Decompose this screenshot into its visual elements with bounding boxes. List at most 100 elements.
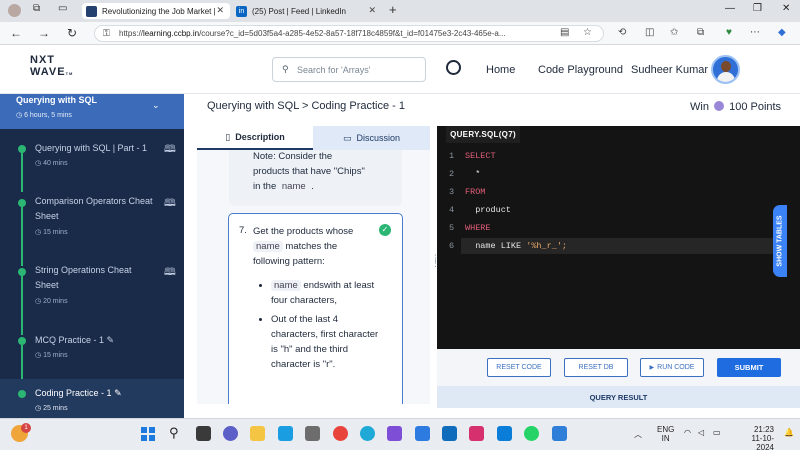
course-title: Querying with SQL (16, 95, 98, 105)
minimize-icon[interactable]: — (725, 3, 735, 14)
extension-icon[interactable]: ⟲ (618, 27, 626, 38)
date-text: 11-10-2024 (751, 434, 774, 452)
store-icon[interactable] (305, 426, 320, 441)
run-code-button[interactable]: ▶ RUN CODE (640, 358, 704, 377)
chevron-down-icon[interactable]: ⌄ (152, 100, 160, 111)
reader-mode-icon[interactable]: ▤ (560, 27, 569, 38)
app-icon[interactable] (552, 426, 567, 441)
sidebar-item-comparison-operators[interactable]: Comparison Operators Cheat Sheet ◷ 15 mi… (0, 194, 184, 244)
chrome-icon[interactable] (333, 426, 348, 441)
browser-essentials-icon[interactable]: ♥ (726, 27, 732, 38)
tab-discussion[interactable]: ▭ Discussion (313, 126, 430, 150)
sidebar-item-duration: ◷ 25 mins (35, 405, 68, 412)
battery-icon[interactable]: ▭ (713, 428, 721, 437)
back-icon[interactable]: ← (10, 26, 22, 40)
meet-icon[interactable] (223, 426, 238, 441)
submit-button[interactable]: SUBMIT (717, 358, 781, 377)
task-view-icon[interactable] (196, 426, 211, 441)
description-pane[interactable]: Note: Consider the products that have "C… (197, 150, 430, 404)
copilot-icon[interactable]: ◆ (778, 27, 786, 38)
tab-active[interactable]: Revolutionizing the Job Market | ✕ (82, 3, 230, 19)
restore-icon[interactable]: ❐ (753, 3, 762, 14)
streak-timer-icon[interactable] (446, 60, 461, 75)
logo-line-1: NXT (30, 54, 55, 66)
vscode-icon[interactable] (497, 426, 512, 441)
address-bar[interactable]: ⚿ https://learning.ccbp.in/course?c_id=5… (94, 25, 604, 42)
sidebar-item-label: MCQ Practice - 1 ✎ (35, 333, 157, 348)
duration-text: 15 mins (43, 229, 68, 236)
volume-icon[interactable]: ◁ (698, 428, 704, 437)
nav-home[interactable]: Home (486, 64, 515, 76)
search-placeholder: Search for 'Arrays' (297, 64, 371, 75)
completed-check-icon (18, 199, 26, 207)
sidebar-item-coding-practice[interactable]: Coding Practice - 1 ✎ ◷ 25 mins (0, 379, 184, 418)
more-options-icon[interactable]: ⋯ (750, 27, 760, 38)
collections-icon[interactable]: ⧉ (697, 27, 704, 38)
whatsapp-icon[interactable] (524, 426, 539, 441)
tray-overflow-icon[interactable]: ︿ (634, 429, 642, 440)
clock[interactable]: 21:23 11-10-2024 (736, 425, 774, 452)
mail-icon[interactable] (415, 426, 430, 441)
reset-code-button[interactable]: RESET CODE (487, 358, 551, 377)
sql-keyword: FROM (465, 187, 486, 197)
search-taskbar-icon[interactable]: ⚲ (169, 425, 179, 441)
favorite-star-icon[interactable]: ☆ (583, 27, 592, 38)
new-tab-icon[interactable]: + (389, 2, 397, 17)
search-input[interactable]: ⚲ Search for 'Arrays' (272, 57, 426, 82)
show-tables-toggle[interactable]: SHOW TABLES (773, 205, 787, 277)
linkedin-icon: in (236, 5, 247, 17)
close-tab-icon[interactable]: ✕ (216, 5, 224, 16)
edge-icon[interactable] (360, 426, 375, 441)
code-line-4: product (465, 205, 511, 215)
app-icon[interactable] (387, 426, 402, 441)
sidebar-item-string-operations[interactable]: String Operations Cheat Sheet ◷ 20 mins … (0, 263, 184, 313)
favorites-icon[interactable]: ✩ (670, 27, 678, 38)
coin-icon (714, 101, 725, 111)
time-text: 21:23 (753, 425, 774, 434)
sql-keyword: SELECT (465, 151, 496, 161)
course-duration: ◷ 6 hours, 5 mins (16, 112, 72, 119)
instagram-icon[interactable] (469, 426, 484, 441)
tab-linkedin[interactable]: in (25) Post | Feed | LinkedIn ✕ (232, 3, 382, 19)
notepad-icon[interactable] (278, 426, 293, 441)
line-number: 5 (449, 223, 455, 233)
reset-db-button[interactable]: RESET DB (564, 358, 628, 377)
workspaces-icon[interactable]: ⧉ (33, 3, 40, 14)
nxtwave-logo[interactable]: NXT WAVETM (30, 54, 73, 80)
profile-avatar-icon[interactable] (8, 4, 21, 17)
sidebar-item-mcq-practice[interactable]: MCQ Practice - 1 ✎ ◷ 15 mins (0, 332, 184, 368)
wifi-icon[interactable]: ◠ (684, 428, 691, 437)
chat-icon: ▭ (342, 132, 352, 143)
tab-actions-icon[interactable]: ▭ (58, 3, 67, 14)
notifications-icon[interactable]: 🔔 (784, 428, 794, 437)
question-card[interactable]: 7. ✓ Get the products whose name matches… (228, 213, 403, 404)
avatar[interactable] (711, 55, 740, 84)
user-name[interactable]: Sudheer Kumar (631, 64, 708, 76)
run-code-label: RUN CODE (657, 364, 695, 371)
site-favicon-icon (86, 5, 97, 17)
forward-icon[interactable]: → (38, 26, 50, 40)
sidebar-item-duration: ◷ 15 mins (35, 229, 68, 236)
nav-code-playground[interactable]: Code Playground (538, 64, 623, 76)
reload-icon[interactable]: ↻ (67, 26, 77, 40)
bullet-inline-code: name (271, 280, 301, 291)
question-text-before: Get the products whose (253, 226, 354, 237)
line-number: 1 (449, 151, 455, 161)
tab-discussion-label: Discussion (356, 133, 401, 143)
site-info-icon[interactable]: ⚿ (103, 28, 110, 39)
url-scheme: https:// (119, 29, 144, 38)
sidebar-item-duration: ◷ 40 mins (35, 160, 68, 167)
tab-description[interactable]: ▯ Description (197, 126, 313, 150)
split-screen-icon[interactable]: ◫ (645, 27, 654, 38)
query-result-header[interactable]: QUERY RESULT (437, 386, 800, 408)
sidebar-course-header[interactable]: Querying with SQL ◷ 6 hours, 5 mins ⌄ (0, 94, 184, 129)
language-indicator[interactable]: ENG IN (657, 425, 674, 443)
outlook-icon[interactable] (442, 426, 457, 441)
editor-file-tab[interactable]: QUERY.SQL(Q7) (446, 126, 520, 143)
sidebar-item-querying-with-sql[interactable]: Querying with SQL | Part - 1 ◷ 40 mins 🕮 (0, 140, 184, 176)
windows-start-icon[interactable] (141, 427, 155, 441)
close-window-icon[interactable]: ✕ (782, 3, 790, 14)
close-tab-icon[interactable]: ✕ (368, 5, 376, 16)
file-explorer-icon[interactable] (250, 426, 265, 441)
sql-keyword: WHERE (465, 223, 491, 233)
